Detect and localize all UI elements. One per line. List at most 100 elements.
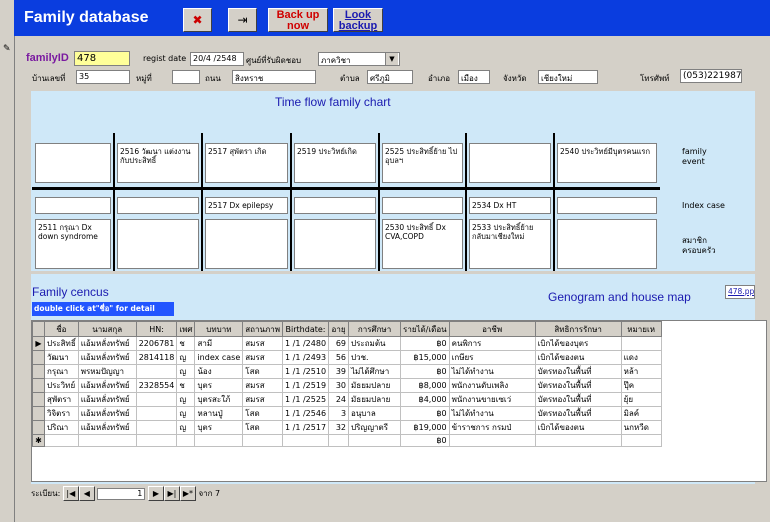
- index-case-box[interactable]: 2517 Dx epilepsy: [205, 197, 288, 214]
- new-row-icon[interactable]: ✱: [32, 434, 45, 447]
- table-row[interactable]: สุพัตรา แอ้มหลั่งทรัพย์ ญบุตรสะใภ้ สมรส 1 /1…: [32, 392, 662, 407]
- member-box[interactable]: [117, 219, 199, 269]
- table-cell[interactable]: บุตรสะใภ้: [194, 392, 244, 407]
- table-cell[interactable]: 2206781: [135, 336, 178, 351]
- col-header[interactable]: นามสกุล: [77, 321, 137, 337]
- table-cell[interactable]: เบิกได้ของตน: [534, 420, 622, 435]
- col-header[interactable]: อาชีพ: [448, 321, 536, 337]
- table-cell[interactable]: [620, 434, 662, 447]
- table-cell[interactable]: สมรส: [242, 392, 284, 407]
- table-cell[interactable]: 30: [328, 378, 350, 393]
- table-cell[interactable]: ประวิทย์: [44, 378, 79, 393]
- table-cell[interactable]: ไม่ได้ทำงาน: [448, 406, 536, 421]
- table-cell[interactable]: ปริญญาตรี: [348, 420, 402, 435]
- col-header[interactable]: สิทธิการรักษา: [534, 321, 622, 337]
- table-cell[interactable]: เบิกได้ของบุตร: [534, 336, 622, 351]
- tambon-field[interactable]: ศรีภูมิ: [367, 70, 413, 84]
- table-cell[interactable]: [135, 406, 178, 421]
- event-box[interactable]: 2540 ประวิทย์มีบุตรคนแรก: [557, 143, 657, 183]
- table-cell[interactable]: สามี: [194, 336, 244, 351]
- col-header[interactable]: HN:: [135, 321, 178, 337]
- table-cell[interactable]: มิลค์: [620, 406, 662, 421]
- col-header[interactable]: สถานภาพ: [242, 321, 284, 337]
- row-selector[interactable]: [32, 378, 45, 393]
- table-cell[interactable]: เกษียร: [448, 350, 536, 365]
- table-cell[interactable]: บุตร: [194, 378, 244, 393]
- row-selector[interactable]: [32, 420, 45, 435]
- table-cell[interactable]: 24: [328, 392, 350, 407]
- table-cell[interactable]: นกหวีด: [620, 420, 662, 435]
- event-box[interactable]: [469, 143, 551, 183]
- table-cell[interactable]: 1 /1 /2546: [282, 406, 330, 421]
- table-cell[interactable]: แอ้มหลั่งทรัพย์: [77, 350, 137, 365]
- prev-record-button[interactable]: ◀: [78, 486, 95, 501]
- row-selector[interactable]: [32, 364, 45, 379]
- family-id-field[interactable]: 478: [74, 51, 130, 66]
- table-cell[interactable]: แอ้มหลั่งทรัพย์: [77, 392, 137, 407]
- table-cell[interactable]: [534, 434, 622, 447]
- new-row-income[interactable]: ฿0: [400, 434, 450, 447]
- first-record-button[interactable]: |◀: [62, 486, 79, 501]
- event-box[interactable]: 2516 วัฒนา แต่งงานกับประสิทธิ์: [117, 143, 199, 183]
- event-box[interactable]: 2517 สุพัตรา เกิด: [205, 143, 288, 183]
- table-cell[interactable]: ฿4,000: [400, 392, 450, 407]
- table-cell[interactable]: วัฒนา: [44, 350, 79, 365]
- last-record-button[interactable]: ▶|: [163, 486, 180, 501]
- table-cell[interactable]: 1 /1 /2493: [282, 350, 330, 365]
- row-selector[interactable]: [32, 392, 45, 407]
- table-cell[interactable]: ยุ้ย: [620, 392, 662, 407]
- member-box[interactable]: [205, 219, 288, 269]
- table-cell[interactable]: ปริณา: [44, 420, 79, 435]
- table-cell[interactable]: พนักงานขายเซเว่: [448, 392, 536, 407]
- current-record-field[interactable]: 1: [97, 487, 146, 500]
- table-cell[interactable]: ช: [176, 378, 196, 393]
- table-cell[interactable]: เบิกได้ของตน: [534, 350, 622, 365]
- table-cell[interactable]: 32: [328, 420, 350, 435]
- table-row[interactable]: กรุณา พรหมปัญญาญน้อง โสด 1 /1 /2510 39 ไม่ได้…: [32, 364, 662, 379]
- table-cell[interactable]: [282, 434, 330, 447]
- table-cell[interactable]: มัธยมปลาย: [348, 378, 402, 393]
- table-cell[interactable]: ปุ๊ค: [620, 378, 662, 393]
- table-cell[interactable]: ฿8,000: [400, 378, 450, 393]
- index-case-box[interactable]: [557, 197, 657, 214]
- new-record-button[interactable]: ▶*: [179, 486, 196, 501]
- table-cell[interactable]: ญ: [176, 392, 196, 407]
- table-cell[interactable]: 2814118: [135, 350, 178, 365]
- table-cell[interactable]: แอ้มหลั่งทรัพย์: [77, 378, 137, 393]
- table-cell[interactable]: [176, 434, 196, 447]
- col-header[interactable]: ชื่อ: [44, 321, 79, 337]
- member-box[interactable]: [557, 219, 657, 269]
- row-selector[interactable]: [32, 406, 45, 421]
- table-cell[interactable]: แดง: [620, 350, 662, 365]
- table-cell[interactable]: [77, 434, 137, 447]
- table-cell[interactable]: [135, 392, 178, 407]
- table-cell[interactable]: บัตรทองในพื้นที่: [534, 406, 622, 421]
- table-cell[interactable]: บัตรทองในพื้นที่: [534, 364, 622, 379]
- table-cell[interactable]: [242, 434, 284, 447]
- table-cell[interactable]: หลานปู่: [194, 406, 244, 421]
- row-selector[interactable]: [32, 350, 45, 365]
- table-cell[interactable]: ฿0: [400, 336, 450, 351]
- table-cell[interactable]: ญ: [176, 350, 196, 365]
- table-cell[interactable]: 39: [328, 364, 350, 379]
- table-cell[interactable]: แอ้มหลั่งทรัพย์: [77, 336, 137, 351]
- table-cell[interactable]: [44, 434, 79, 447]
- genogram-file-link[interactable]: 478.ppt: [725, 285, 755, 299]
- table-cell[interactable]: ฿19,000: [400, 420, 450, 435]
- table-cell[interactable]: ฿15,000: [400, 350, 450, 365]
- table-cell[interactable]: ฿0: [400, 406, 450, 421]
- center-select[interactable]: ภาควิชา ▼: [318, 52, 400, 66]
- table-cell[interactable]: บัตรทองในพื้นที่: [534, 378, 622, 393]
- province-field[interactable]: เชียงใหม่: [538, 70, 598, 84]
- table-cell[interactable]: มัธยมปลาย: [348, 392, 402, 407]
- table-cell[interactable]: สมรส: [242, 336, 284, 351]
- col-header[interactable]: บทบาท: [194, 321, 244, 337]
- event-box[interactable]: [35, 143, 111, 183]
- table-cell[interactable]: โสด: [242, 420, 284, 435]
- table-cell[interactable]: ไม่ได้ศึกษา: [348, 364, 402, 379]
- current-row-indicator-icon[interactable]: ▶: [32, 336, 45, 351]
- table-row[interactable]: ประวิทย์ แอ้มหลั่งทรัพย์ 2328554 ชบุตร สมรส 1…: [32, 378, 662, 393]
- table-cell[interactable]: โสด: [242, 406, 284, 421]
- index-case-box[interactable]: [382, 197, 463, 214]
- table-cell[interactable]: ไม่ได้ทำงาน: [448, 364, 536, 379]
